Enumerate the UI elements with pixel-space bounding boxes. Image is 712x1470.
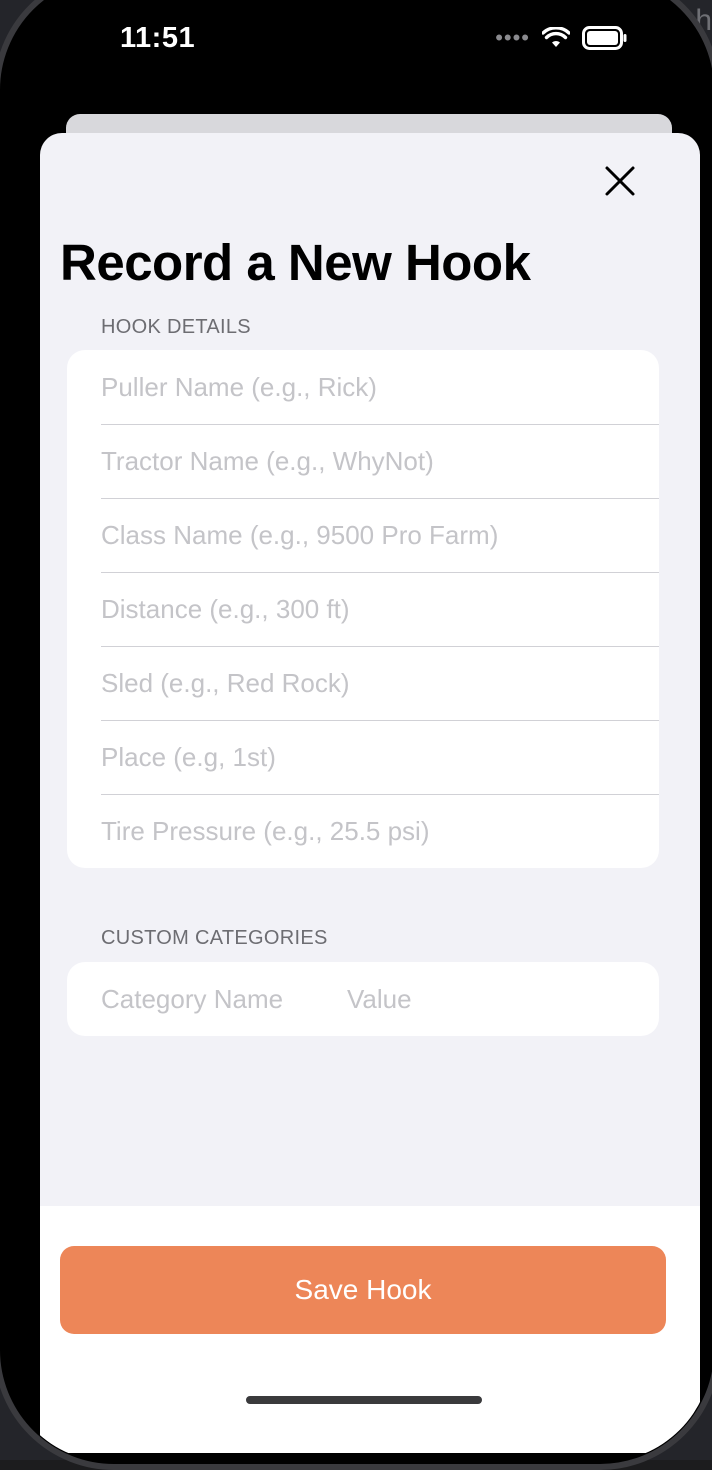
- status-time: 11:51: [120, 22, 196, 54]
- wifi-icon: [542, 27, 570, 47]
- category-name-field[interactable]: [101, 983, 347, 1015]
- sled-field[interactable]: [101, 667, 659, 699]
- battery-icon: [582, 26, 627, 50]
- list-item: [67, 646, 659, 720]
- custom-category-row: [67, 962, 659, 1036]
- list-item: [67, 572, 659, 646]
- list-item: [67, 720, 659, 794]
- page-title: Record a New Hook: [60, 234, 531, 291]
- custom-categories-label: CUSTOM CATEGORIES: [101, 927, 328, 949]
- list-item: [67, 498, 659, 572]
- distance-field[interactable]: [101, 593, 659, 625]
- close-icon: [605, 166, 635, 196]
- list-item: [67, 350, 659, 424]
- phone-screen: 11:51 •••• Record a New Hook HOOK DETAIL…: [2, 0, 712, 1462]
- close-button[interactable]: [600, 161, 640, 201]
- tractor-name-field[interactable]: [101, 445, 659, 477]
- list-item: [67, 424, 659, 498]
- record-hook-sheet: Record a New Hook HOOK DETAILS Puller Na…: [40, 133, 700, 1453]
- list-item: [67, 794, 659, 868]
- place-field[interactable]: [101, 741, 659, 773]
- footer: Save Hook: [40, 1206, 700, 1453]
- tire-pressure-field[interactable]: [101, 815, 659, 847]
- custom-categories-group: [67, 962, 659, 1036]
- status-indicators: ••••: [495, 26, 628, 50]
- phone-frame: 11:51 •••• Record a New Hook HOOK DETAIL…: [0, 0, 712, 1470]
- cellular-signal-icon: ••••: [495, 25, 530, 50]
- class-name-field[interactable]: [101, 519, 659, 551]
- hook-details-group: [67, 350, 659, 868]
- save-hook-button[interactable]: Save Hook: [60, 1246, 666, 1334]
- category-value-field[interactable]: [347, 983, 659, 1015]
- puller-name-field[interactable]: [101, 371, 659, 403]
- hook-details-label: HOOK DETAILS: [101, 316, 251, 338]
- home-indicator[interactable]: [246, 1396, 482, 1404]
